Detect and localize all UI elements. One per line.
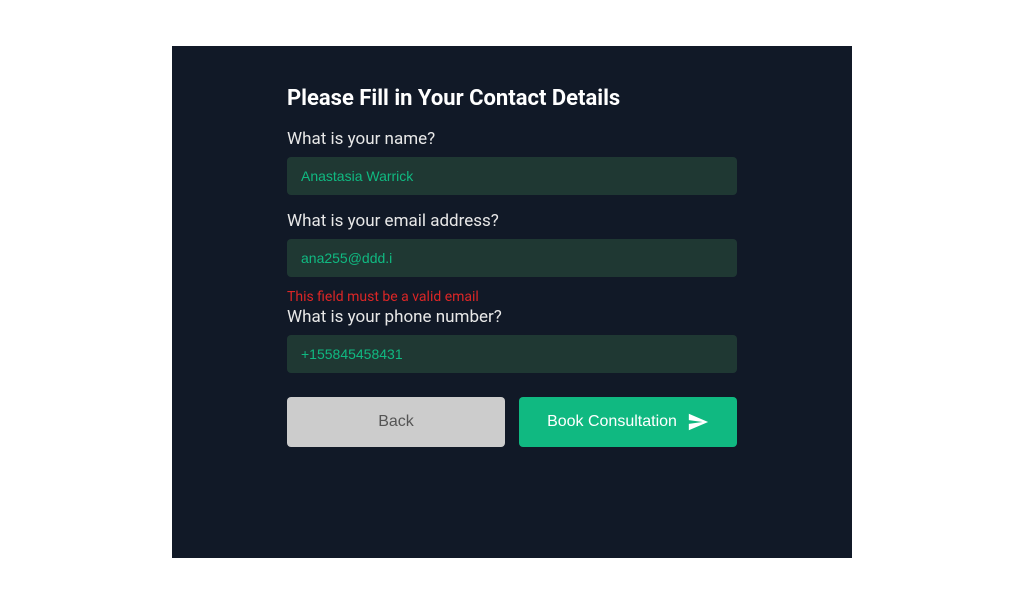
book-consultation-button[interactable]: Book Consultation (519, 397, 737, 447)
name-group: What is your name? (287, 129, 737, 195)
email-input[interactable] (287, 239, 737, 277)
name-input[interactable] (287, 157, 737, 195)
book-consultation-label: Book Consultation (547, 413, 677, 431)
form-container: Please Fill in Your Contact Details What… (287, 86, 737, 447)
phone-group: What is your phone number? (287, 307, 737, 373)
phone-input[interactable] (287, 335, 737, 373)
contact-form-panel: Please Fill in Your Contact Details What… (172, 46, 852, 558)
back-button-label: Back (378, 413, 414, 431)
back-button[interactable]: Back (287, 397, 505, 447)
email-error: This field must be a valid email (287, 289, 737, 305)
form-title: Please Fill in Your Contact Details (287, 86, 737, 111)
phone-label: What is your phone number? (287, 307, 737, 327)
email-label: What is your email address? (287, 211, 737, 231)
send-icon (687, 411, 709, 433)
button-row: Back Book Consultation (287, 397, 737, 447)
name-label: What is your name? (287, 129, 737, 149)
email-group: What is your email address? This field m… (287, 211, 737, 305)
